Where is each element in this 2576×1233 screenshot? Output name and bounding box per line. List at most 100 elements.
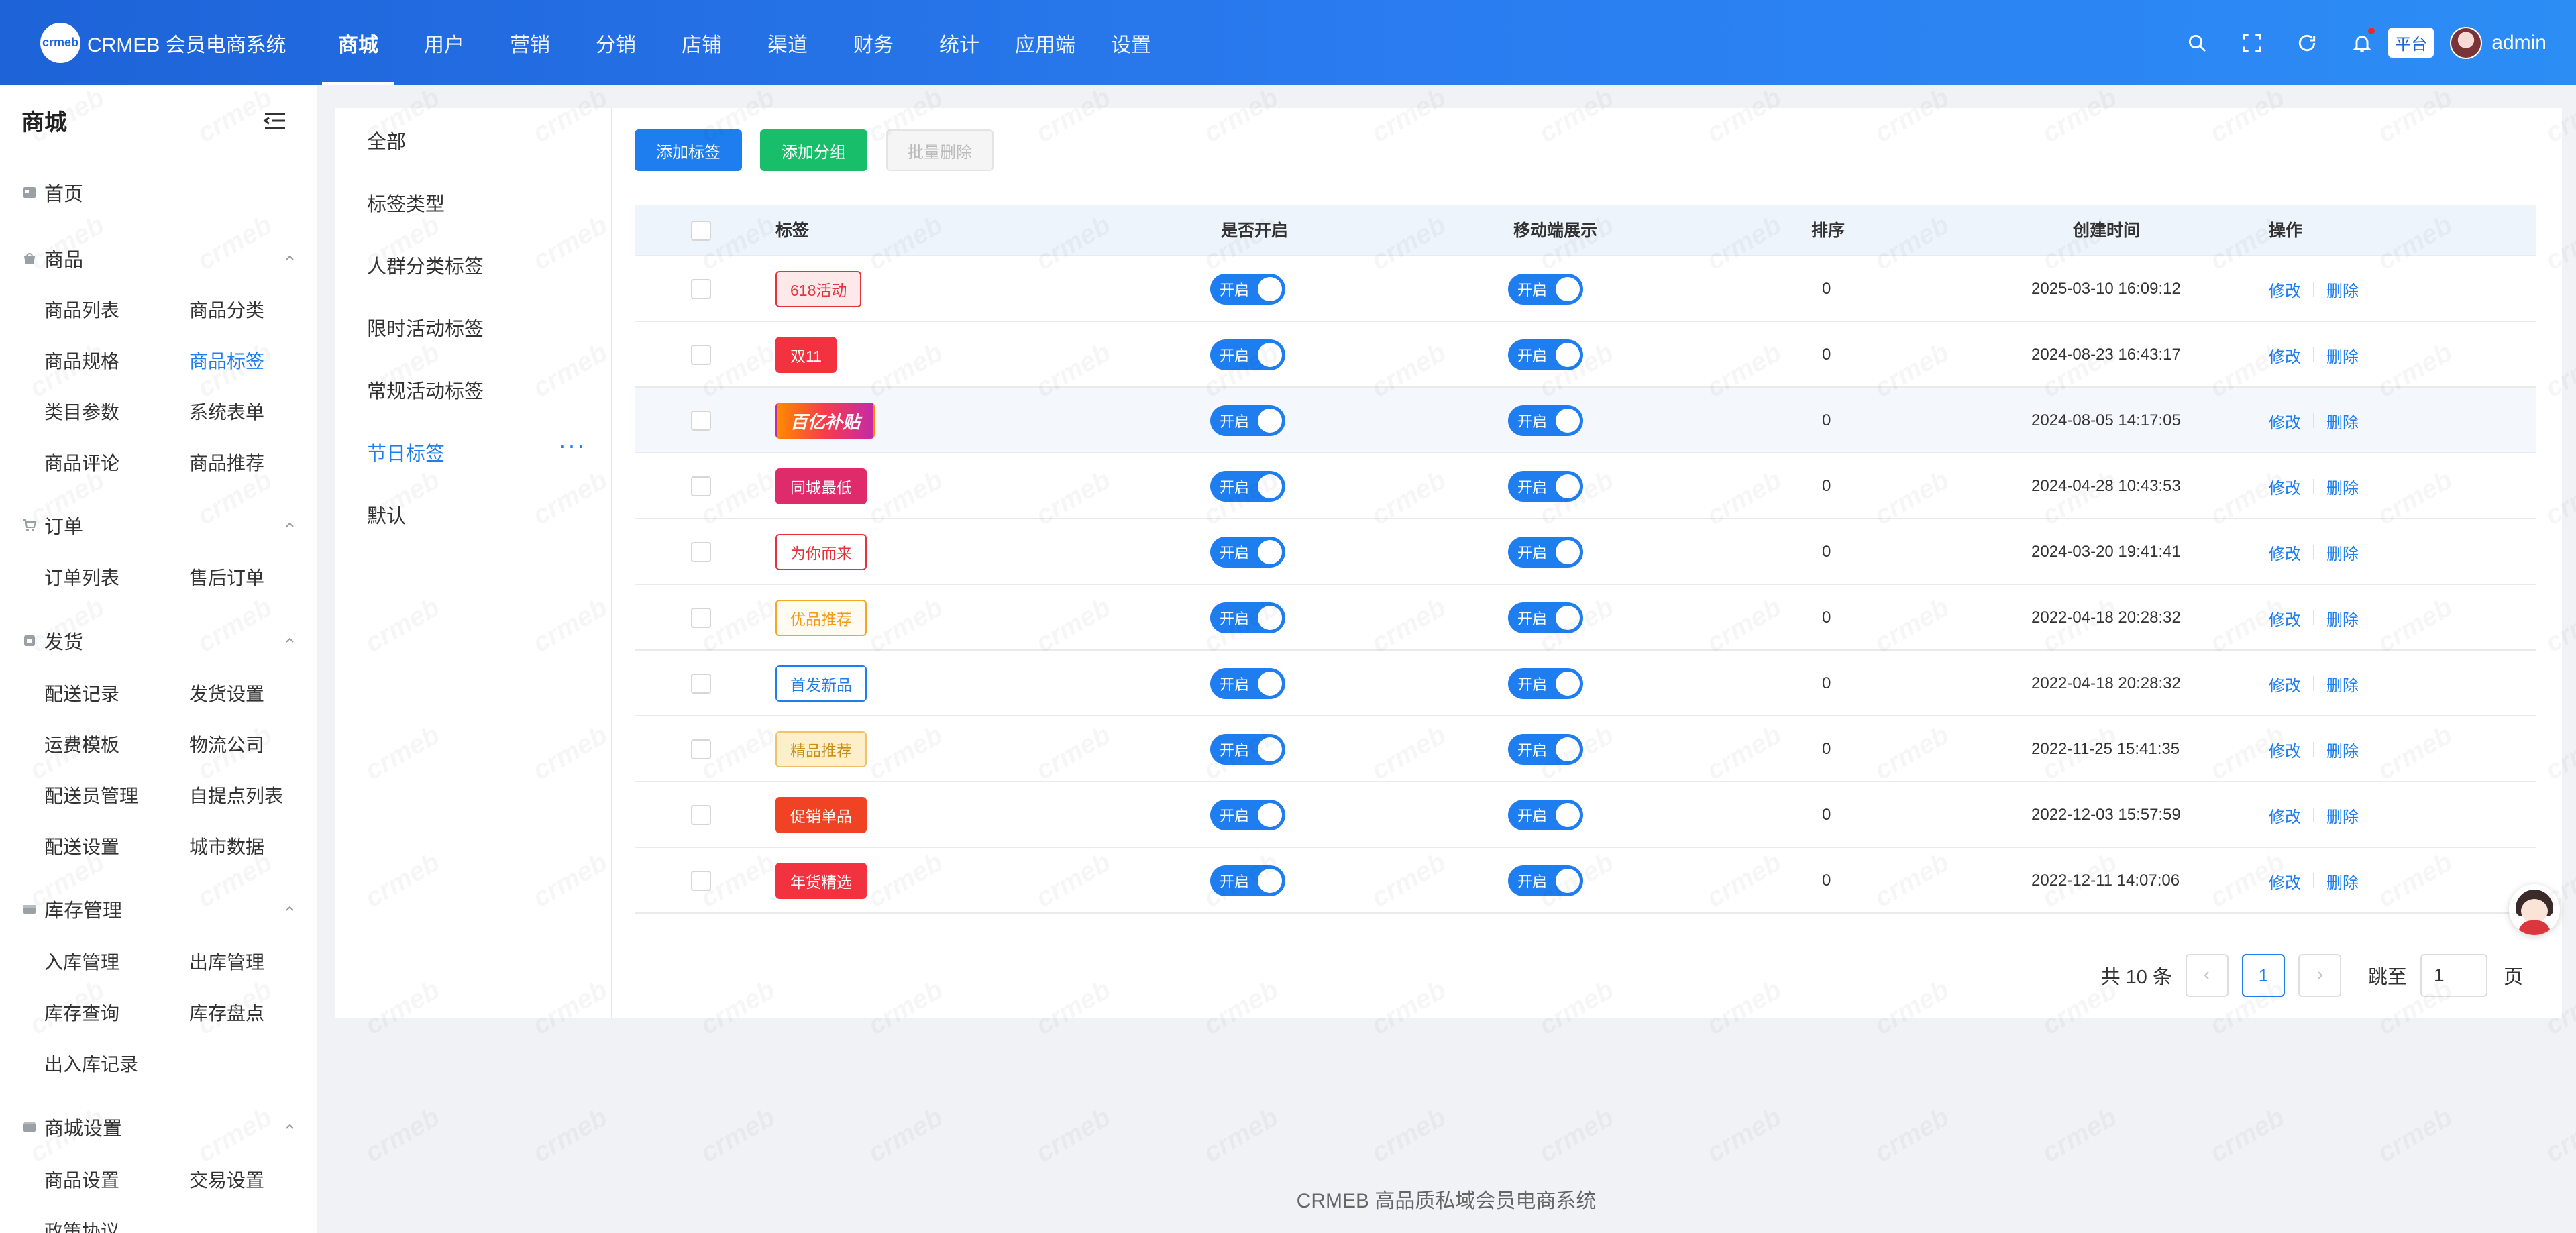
batch-delete-button[interactable]: 批量删除 <box>886 129 994 171</box>
add-group-button[interactable]: 添加分组 <box>760 129 867 171</box>
enabled-switch[interactable]: 开启 <box>1210 716 1285 782</box>
row-checkbox[interactable] <box>691 585 711 651</box>
sidebar-item-shipping-templates[interactable]: 运费模板 <box>44 731 119 757</box>
enabled-switch[interactable]: 开启 <box>1210 256 1285 322</box>
next-page-button[interactable] <box>2298 954 2341 997</box>
sidebar-item-category-params[interactable]: 类目参数 <box>44 398 119 425</box>
sidebar-item-goods-recommend[interactable]: 商品推荐 <box>189 449 264 476</box>
mobile-display-switch[interactable]: 开启 <box>1508 848 1583 914</box>
sidebar-item-after-sale[interactable]: 售后订单 <box>189 564 264 590</box>
sidebar-item-stock-out[interactable]: 出库管理 <box>189 948 264 975</box>
row-checkbox[interactable] <box>691 651 711 716</box>
sidebar-item-policy-agreement[interactable]: 政策协议 <box>44 1217 119 1233</box>
edit-link[interactable]: 修改 <box>2269 606 2301 630</box>
edit-link[interactable]: 修改 <box>2269 672 2301 696</box>
enabled-switch[interactable]: 开启 <box>1210 388 1285 453</box>
delete-link[interactable]: 删除 <box>2326 475 2359 498</box>
tag-group-types[interactable]: 标签类型 <box>367 189 445 217</box>
enabled-switch[interactable]: 开启 <box>1210 848 1285 914</box>
sidebar-item-city-data[interactable]: 城市数据 <box>189 833 264 859</box>
topnav-item-statistics[interactable]: 统计 <box>916 0 1002 85</box>
more-options-icon[interactable]: ··· <box>558 431 586 460</box>
topnav-item-apps[interactable]: 应用端 <box>1002 0 1088 85</box>
topnav-item-settings[interactable]: 设置 <box>1088 0 1174 85</box>
topnav-item-mall[interactable]: 商城 <box>315 0 401 85</box>
topnav-item-users[interactable]: 用户 <box>401 0 487 85</box>
sidebar-group-goods[interactable]: 商品 <box>21 244 297 272</box>
sidebar-item-courier-management[interactable]: 配送员管理 <box>44 782 138 808</box>
topnav-item-finance[interactable]: 财务 <box>830 0 916 85</box>
enabled-switch[interactable]: 开启 <box>1210 322 1285 388</box>
topnav-item-marketing[interactable]: 营销 <box>487 0 573 85</box>
delete-link[interactable]: 删除 <box>2326 606 2359 630</box>
delete-link[interactable]: 删除 <box>2326 672 2359 696</box>
enabled-switch[interactable]: 开启 <box>1210 782 1285 848</box>
edit-link[interactable]: 修改 <box>2269 278 2301 301</box>
avatar[interactable] <box>2450 26 2483 59</box>
username[interactable]: admin <box>2491 32 2546 54</box>
sidebar-item-pickup-points[interactable]: 自提点列表 <box>189 782 283 808</box>
prev-page-button[interactable] <box>2185 954 2229 997</box>
edit-link[interactable]: 修改 <box>2269 738 2301 761</box>
sidebar-item-delivery-records[interactable]: 配送记录 <box>44 680 119 706</box>
tag-group-festival[interactable]: 节日标签 <box>367 438 445 466</box>
add-tag-button[interactable]: 添加标签 <box>635 129 742 171</box>
edit-link[interactable]: 修改 <box>2269 409 2301 433</box>
sidebar-item-delivery-config[interactable]: 配送设置 <box>44 833 119 859</box>
delete-link[interactable]: 删除 <box>2326 409 2359 433</box>
mobile-display-switch[interactable]: 开启 <box>1508 716 1583 782</box>
edit-link[interactable]: 修改 <box>2269 475 2301 498</box>
sidebar-item-order-list[interactable]: 订单列表 <box>44 564 119 590</box>
mobile-display-switch[interactable]: 开启 <box>1508 519 1583 585</box>
customer-service-avatar[interactable] <box>2509 884 2560 935</box>
tag-group-limited[interactable]: 限时活动标签 <box>367 313 484 341</box>
sidebar-item-logistics-companies[interactable]: 物流公司 <box>189 731 264 757</box>
delete-link[interactable]: 删除 <box>2326 343 2359 367</box>
search-icon[interactable] <box>2180 26 2214 60</box>
sidebar-item-trade-settings[interactable]: 交易设置 <box>189 1166 264 1193</box>
mobile-display-switch[interactable]: 开启 <box>1508 782 1583 848</box>
edit-link[interactable]: 修改 <box>2269 541 2301 564</box>
sidebar-item-goods-spec[interactable]: 商品规格 <box>44 347 119 374</box>
tag-group-all[interactable]: 全部 <box>367 126 406 154</box>
sidebar-group-store-settings[interactable]: 商城设置 <box>21 1113 297 1141</box>
sidebar-item-goods-settings[interactable]: 商品设置 <box>44 1166 119 1193</box>
mobile-display-switch[interactable]: 开启 <box>1508 256 1583 322</box>
delete-link[interactable]: 删除 <box>2326 541 2359 564</box>
platform-badge[interactable]: 平台 <box>2388 28 2434 58</box>
select-all-checkbox[interactable] <box>691 205 711 256</box>
page-number-button[interactable]: 1 <box>2241 954 2285 997</box>
delete-link[interactable]: 删除 <box>2326 804 2359 827</box>
row-checkbox[interactable] <box>691 716 711 782</box>
sidebar-item-home[interactable]: 首页 <box>21 178 297 207</box>
enabled-switch[interactable]: 开启 <box>1210 651 1285 716</box>
bell-icon[interactable] <box>2345 25 2379 60</box>
row-checkbox[interactable] <box>691 848 711 914</box>
sidebar-group-delivery[interactable]: 发货 <box>21 627 297 655</box>
tag-group-default[interactable]: 默认 <box>367 500 406 529</box>
tag-group-regular[interactable]: 常规活动标签 <box>367 376 484 404</box>
delete-link[interactable]: 删除 <box>2326 869 2359 893</box>
mobile-display-switch[interactable]: 开启 <box>1508 388 1583 453</box>
sidebar-item-goods-reviews[interactable]: 商品评论 <box>44 449 119 476</box>
row-checkbox[interactable] <box>691 782 711 848</box>
menu-collapse-icon[interactable] <box>263 111 287 131</box>
row-checkbox[interactable] <box>691 388 711 453</box>
sidebar-item-stock-query[interactable]: 库存查询 <box>44 999 119 1026</box>
fullscreen-icon[interactable] <box>2235 26 2269 60</box>
delete-link[interactable]: 删除 <box>2326 278 2359 301</box>
sidebar-item-goods-category[interactable]: 商品分类 <box>189 296 264 323</box>
topnav-item-channels[interactable]: 渠道 <box>745 0 830 85</box>
row-checkbox[interactable] <box>691 322 711 388</box>
sidebar-group-orders[interactable]: 订单 <box>21 511 297 539</box>
delete-link[interactable]: 删除 <box>2326 738 2359 761</box>
edit-link[interactable]: 修改 <box>2269 869 2301 893</box>
enabled-switch[interactable]: 开启 <box>1210 453 1285 519</box>
brand[interactable]: crmeb CRMEB 会员电商系统 <box>0 0 315 85</box>
sidebar-item-stock-count[interactable]: 库存盘点 <box>189 999 264 1026</box>
sidebar-group-inventory[interactable]: 库存管理 <box>21 895 297 923</box>
row-checkbox[interactable] <box>691 453 711 519</box>
mobile-display-switch[interactable]: 开启 <box>1508 322 1583 388</box>
enabled-switch[interactable]: 开启 <box>1210 519 1285 585</box>
tag-group-crowd[interactable]: 人群分类标签 <box>367 251 484 279</box>
